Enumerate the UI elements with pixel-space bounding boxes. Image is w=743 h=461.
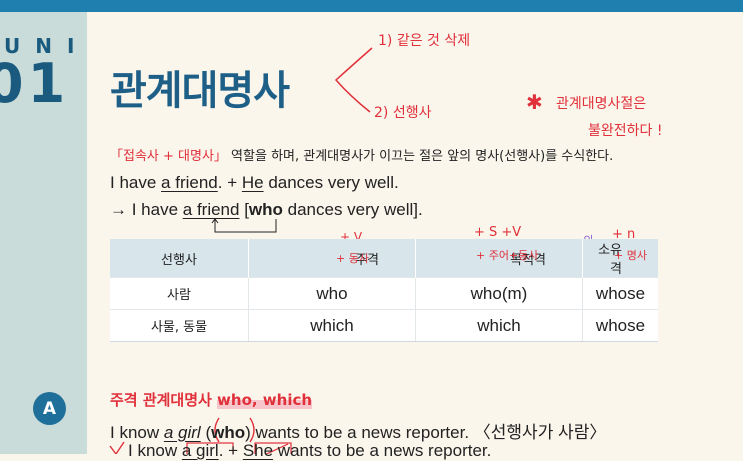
example-3-relative-pronoun: who — [211, 423, 246, 442]
section-title: 주격 관계대명사 who, which — [110, 389, 313, 410]
intro-text: 「접속사 + 대명사」 역할을 하며, 관계대명사가 이끄는 절은 앞의 명사(… — [110, 145, 613, 164]
annotation-subject-verb: + 동사 — [336, 252, 369, 265]
table-row: 사람 who who(m) whose — [110, 277, 658, 310]
table-header-row: 선행사 주격 목적격 소유격 — [110, 239, 658, 278]
arrow-icon: → — [110, 200, 127, 219]
example-4-antecedent: a girl — [181, 441, 219, 460]
example-2-part: I have — [127, 200, 183, 219]
example-4-pronoun: She — [242, 441, 274, 460]
annotation-object-sv: + S +V — [474, 225, 522, 240]
table-header: 주격 — [248, 239, 416, 278]
example-1-part: . + — [217, 173, 242, 192]
annotation-object-subj-verb: + 주어+동사 — [476, 249, 539, 262]
annotation-possessive-noun: + 명사 — [614, 249, 647, 262]
intro-rest: 역할을 하며, 관계대명사가 이끄는 절은 앞의 명사(선행사)를 수식한다. — [226, 149, 614, 164]
example-3-part: I know — [110, 423, 164, 442]
example-3-part: ( — [200, 423, 212, 442]
table-cell: 사람 — [110, 277, 249, 310]
table-row: 사물, 동물 which which whose — [110, 309, 658, 342]
table-cell: 사물, 동물 — [110, 309, 249, 342]
example-3: I know a girl (who) wants to be a news r… — [110, 418, 606, 443]
example-4-part: I know — [128, 441, 182, 460]
table-cell: who — [248, 277, 416, 310]
table-cell: which — [248, 309, 416, 342]
example-2-antecedent: a friend — [182, 200, 240, 219]
table-cell: which — [415, 309, 583, 342]
example-4: I know a girl. + She wants to be a news … — [128, 441, 491, 461]
example-2: → I have a friend [who dances very well]… — [110, 200, 423, 220]
example-1-antecedent: a friend — [161, 173, 218, 192]
section-title-ko: 주격 관계대명사 — [110, 391, 218, 409]
example-3-antecedent: a girl — [163, 423, 201, 442]
table-cell: whose — [582, 277, 658, 310]
table-cell: who(m) — [415, 277, 583, 310]
intro-highlight: 「접속사 + 대명사」 — [110, 149, 227, 164]
example-2-part: [ — [239, 200, 249, 219]
section-title-en: who, which — [217, 391, 313, 409]
example-2-relative-pronoun: who — [248, 200, 283, 219]
check-mark — [109, 441, 125, 454]
link-bracket — [214, 219, 277, 233]
example-4-part: wants to be a news reporter. — [273, 441, 492, 460]
example-2-part: dances very well]. — [282, 200, 423, 219]
example-1: I have a friend. + He dances very well. — [110, 173, 399, 193]
example-3-part: ) wants to be a news reporter. 〈선행사가 사람〉 — [245, 423, 607, 442]
example-4-part: . + — [218, 441, 243, 460]
table-cell: whose — [582, 309, 658, 342]
relative-pronoun-table: 선행사 주격 목적격 소유격 사람 who who(m) whose 사물, 동… — [110, 239, 658, 342]
table-header: 선행사 — [110, 239, 249, 278]
example-1-part: I have — [110, 173, 162, 192]
example-1-part: dances very well. — [263, 173, 399, 192]
example-1-pronoun: He — [241, 173, 264, 192]
annotation-bracket — [334, 47, 373, 113]
